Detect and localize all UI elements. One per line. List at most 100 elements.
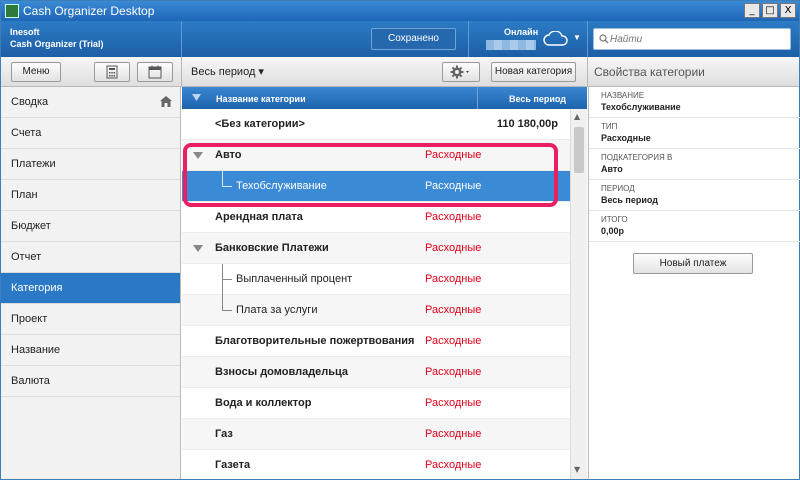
property-period: Период Весь период bbox=[589, 180, 800, 211]
sidebar-item-label: Название bbox=[11, 344, 61, 356]
category-name: <Без категории> bbox=[215, 118, 305, 130]
close-button[interactable]: X bbox=[780, 3, 796, 18]
column-header-total[interactable]: Весь период bbox=[509, 94, 566, 104]
minimize-button[interactable]: _ bbox=[744, 3, 760, 18]
collapse-all-icon[interactable] bbox=[192, 94, 201, 101]
menu-button[interactable]: Меню bbox=[11, 62, 61, 82]
sidebar-item-label: Счета bbox=[11, 127, 42, 139]
table-row[interactable]: Взносы домовладельца Расходные bbox=[182, 357, 570, 388]
cloud-icon[interactable] bbox=[543, 30, 569, 52]
title-bar: Cash Organizer Desktop _ □ X bbox=[1, 1, 799, 21]
category-name: Авто bbox=[215, 149, 242, 161]
product-name: Cash Organizer (Trial) bbox=[10, 39, 104, 49]
app-icon bbox=[5, 4, 19, 18]
period-dropdown[interactable]: Весь период ▾ bbox=[191, 65, 264, 78]
calculator-button[interactable] bbox=[94, 62, 130, 82]
maximize-button[interactable]: □ bbox=[762, 3, 778, 18]
sidebar-item-label: Платежи bbox=[11, 158, 56, 170]
table-row[interactable]: Арендная плата Расходные bbox=[182, 202, 570, 233]
table-row-selected[interactable]: Техобслуживание Расходные bbox=[182, 171, 570, 202]
property-value: Авто bbox=[601, 164, 623, 174]
scroll-thumb[interactable] bbox=[574, 127, 584, 173]
vertical-scrollbar[interactable]: ▲ ▼ bbox=[570, 109, 587, 479]
settings-dropdown-button[interactable] bbox=[442, 62, 480, 82]
property-value: 0,00р bbox=[601, 226, 625, 236]
scroll-up-icon[interactable]: ▲ bbox=[574, 112, 580, 121]
property-label: Итого bbox=[601, 215, 628, 224]
property-value: Расходные bbox=[601, 133, 651, 143]
sidebar-item-budget[interactable]: Бюджет bbox=[1, 211, 180, 242]
sidebar-nav: Сводка Счета Платежи План Бюджет Отчет К… bbox=[1, 87, 181, 479]
property-label: Период bbox=[601, 184, 635, 193]
column-header-name[interactable]: Название категории bbox=[216, 94, 306, 104]
calendar-button[interactable] bbox=[137, 62, 173, 82]
sidebar-item-label: Проект bbox=[11, 313, 48, 325]
app-header: Inesoft Cash Organizer (Trial) Сохранено… bbox=[1, 21, 799, 57]
sidebar-item-payments[interactable]: Платежи bbox=[1, 149, 180, 180]
home-icon[interactable] bbox=[160, 96, 172, 107]
online-status: Онлайн bbox=[504, 27, 539, 37]
toolbar-divider bbox=[181, 57, 182, 87]
company-name: Inesoft bbox=[10, 27, 40, 37]
sidebar-item-accounts[interactable]: Счета bbox=[1, 118, 180, 149]
sidebar-item-project[interactable]: Проект bbox=[1, 304, 180, 335]
sidebar-item-report[interactable]: Отчет bbox=[1, 242, 180, 273]
table-row[interactable]: Вода и коллектор Расходные bbox=[182, 388, 570, 419]
table-row[interactable]: Благотворительные пожертвования Расходны… bbox=[182, 326, 570, 357]
property-label: Тип bbox=[601, 122, 618, 131]
category-type: Расходные bbox=[425, 211, 482, 223]
table-row[interactable]: Выплаченный процент Расходные bbox=[182, 264, 570, 295]
new-payment-button[interactable]: Новый платеж bbox=[633, 253, 753, 274]
table-row[interactable]: Газ Расходные bbox=[182, 419, 570, 450]
category-name: Плата за услуги bbox=[236, 304, 318, 316]
property-label: Название bbox=[601, 91, 645, 100]
sidebar-item-label: Валюта bbox=[11, 375, 50, 387]
category-name: Взносы домовладельца bbox=[215, 366, 349, 378]
property-total: Итого 0,00р bbox=[589, 211, 800, 242]
property-label: Подкатегория в bbox=[601, 153, 673, 162]
sidebar-item-currency[interactable]: Валюта bbox=[1, 366, 180, 397]
sidebar-item-label: Бюджет bbox=[11, 220, 51, 232]
sidebar-item-category[interactable]: Категория bbox=[1, 273, 180, 304]
search-box[interactable] bbox=[593, 28, 791, 50]
table-row[interactable]: <Без категории> 110 180,00р bbox=[182, 109, 570, 140]
scroll-down-icon[interactable]: ▼ bbox=[574, 465, 580, 474]
expand-toggle-icon[interactable] bbox=[193, 152, 203, 159]
sidebar-item-label: Сводка bbox=[11, 96, 49, 108]
expand-toggle-icon[interactable] bbox=[193, 245, 203, 252]
category-type: Расходные bbox=[425, 304, 482, 316]
category-type: Расходные bbox=[425, 335, 482, 347]
saved-status-button[interactable]: Сохранено bbox=[371, 28, 456, 50]
sidebar-item-plan[interactable]: План bbox=[1, 180, 180, 211]
category-name: Газ bbox=[215, 428, 233, 440]
sidebar-item-summary[interactable]: Сводка bbox=[1, 87, 180, 118]
search-input[interactable] bbox=[610, 31, 786, 47]
table-body: <Без категории> 110 180,00р Авто Расходн… bbox=[182, 109, 570, 479]
tree-line bbox=[222, 295, 223, 311]
property-value: Техобслуживание bbox=[601, 102, 681, 112]
sidebar-item-name[interactable]: Название bbox=[1, 335, 180, 366]
header-divider bbox=[587, 21, 588, 57]
category-amount: 110 180,00р bbox=[496, 118, 558, 130]
table-row[interactable]: Банковские Платежи Расходные bbox=[182, 233, 570, 264]
toolbar-divider bbox=[587, 57, 588, 87]
category-name: Выплаченный процент bbox=[236, 273, 353, 285]
brand: Inesoft Cash Organizer (Trial) bbox=[10, 26, 104, 50]
category-type: Расходные bbox=[425, 397, 482, 409]
table-row[interactable]: Авто Расходные bbox=[182, 140, 570, 171]
header-divider bbox=[468, 21, 469, 57]
property-value: Весь период bbox=[601, 195, 658, 205]
properties-panel: Название Техобслуживание Тип Расходные П… bbox=[588, 87, 800, 479]
category-name: Техобслуживание bbox=[236, 180, 327, 192]
column-divider bbox=[477, 87, 478, 109]
category-name: Благотворительные пожертвования bbox=[215, 335, 415, 347]
new-category-button[interactable]: Новая категория bbox=[491, 62, 576, 82]
table-row[interactable]: Газета Расходные bbox=[182, 450, 570, 479]
chevron-down-icon[interactable]: ▼ bbox=[573, 33, 581, 42]
table-row[interactable]: Плата за услуги Расходные bbox=[182, 295, 570, 326]
tree-line bbox=[222, 279, 232, 280]
user-account-masked[interactable] bbox=[486, 40, 536, 50]
property-parent: Подкатегория в Авто bbox=[589, 149, 800, 180]
sidebar-item-label: Категория bbox=[11, 282, 63, 294]
gear-icon bbox=[450, 65, 469, 79]
